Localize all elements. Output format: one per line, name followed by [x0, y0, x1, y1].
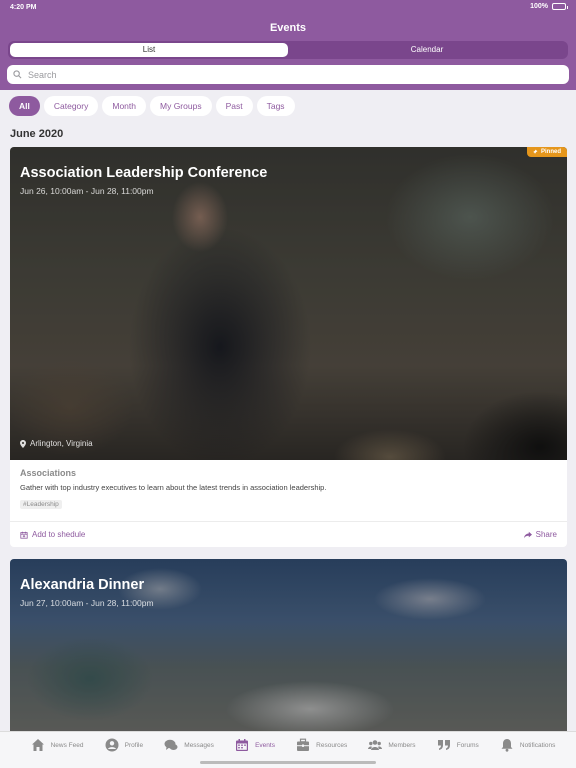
filter-past[interactable]: Past [215, 96, 253, 116]
tab-label: Events [255, 741, 275, 749]
tab-notifications[interactable]: Notifications [500, 738, 555, 752]
event-title: Alexandria Dinner [20, 577, 145, 593]
event-image: Alexandria Dinner Jun 27, 10:00am - Jun … [10, 559, 567, 739]
calendar-add-icon [20, 531, 28, 539]
event-image: Pinned Association Leadership Conference… [10, 147, 567, 460]
chat-icon [164, 739, 178, 750]
tab-label: Resources [316, 741, 348, 749]
month-heading: June 2020 [10, 128, 64, 140]
tab-label: Forums [456, 741, 479, 749]
status-right: 100% [530, 3, 568, 10]
event-title: Association Leadership Conference [20, 165, 268, 181]
search-bar[interactable] [7, 65, 569, 84]
filter-month[interactable]: Month [102, 96, 146, 116]
filter-all[interactable]: All [9, 96, 40, 116]
filter-tags[interactable]: Tags [256, 96, 295, 116]
tab-messages[interactable]: Messages [164, 738, 214, 752]
event-tag[interactable]: #Leadership [20, 500, 62, 509]
tab-resources[interactable]: Resources [296, 738, 347, 752]
tab-label: Notifications [519, 741, 556, 749]
calendar-icon [236, 739, 249, 751]
event-actions: Add to shedule Share [10, 521, 567, 547]
event-category: Associations [20, 468, 77, 478]
add-to-schedule-button[interactable]: Add to shedule [20, 530, 85, 539]
home-indicator [200, 761, 376, 764]
view-segmented-control: List Calendar [8, 41, 568, 59]
location-pin-icon [20, 439, 26, 448]
tab-members[interactable]: Members [368, 738, 416, 752]
status-bar: 4:20 PM 100% [0, 0, 576, 16]
tab-label: News Feed [50, 741, 84, 749]
header: 4:20 PM 100% Events List Calendar [0, 0, 576, 90]
battery-icon [552, 3, 568, 10]
filter-my-groups[interactable]: My Groups [150, 96, 212, 116]
event-body: Associations Gather with top industry ex… [10, 460, 567, 511]
filter-category[interactable]: Category [43, 96, 99, 116]
tab-forums[interactable]: Forums [437, 738, 479, 752]
event-location: Arlington, Virginia [20, 439, 93, 448]
location-text: Arlington, Virginia [30, 439, 93, 448]
event-card[interactable]: Pinned Association Leadership Conference… [10, 147, 567, 547]
home-icon [31, 739, 44, 751]
tab-profile[interactable]: Profile [105, 738, 143, 752]
search-input[interactable] [28, 69, 528, 80]
share-button[interactable]: Share [523, 530, 557, 539]
status-time: 4:20 PM [10, 4, 37, 11]
bell-icon [501, 739, 513, 752]
event-dates: Jun 27, 10:00am - Jun 28, 11:00pm [20, 598, 154, 608]
battery-percent: 100% [530, 3, 548, 10]
quote-icon [437, 740, 450, 750]
tab-news-feed[interactable]: News Feed [31, 738, 84, 752]
share-label: Share [535, 530, 557, 539]
pin-icon [532, 149, 538, 155]
filter-chips: All Category Month My Groups Past Tags [9, 96, 295, 116]
event-card[interactable]: Alexandria Dinner Jun 27, 10:00am - Jun … [10, 559, 567, 739]
share-icon [523, 531, 532, 538]
tab-bar: News Feed Profile Messages Events Resour… [0, 731, 576, 768]
segment-calendar[interactable]: Calendar [288, 43, 566, 57]
add-to-schedule-label: Add to shedule [32, 530, 86, 539]
briefcase-icon [297, 738, 310, 751]
pinned-badge: Pinned [526, 147, 567, 157]
page-title: Events [269, 22, 307, 34]
tab-label: Profile [124, 741, 144, 749]
event-description: Gather with top industry executives to l… [20, 483, 327, 492]
segment-list[interactable]: List [10, 43, 288, 57]
person-icon [105, 738, 119, 752]
tab-label: Members [388, 741, 416, 749]
people-icon [368, 740, 383, 750]
pinned-label: Pinned [540, 149, 561, 155]
tab-events[interactable]: Events [235, 738, 275, 752]
tab-label: Messages [184, 741, 214, 749]
search-icon [13, 70, 22, 79]
event-dates: Jun 26, 10:00am - Jun 28, 11:00pm [20, 186, 154, 196]
